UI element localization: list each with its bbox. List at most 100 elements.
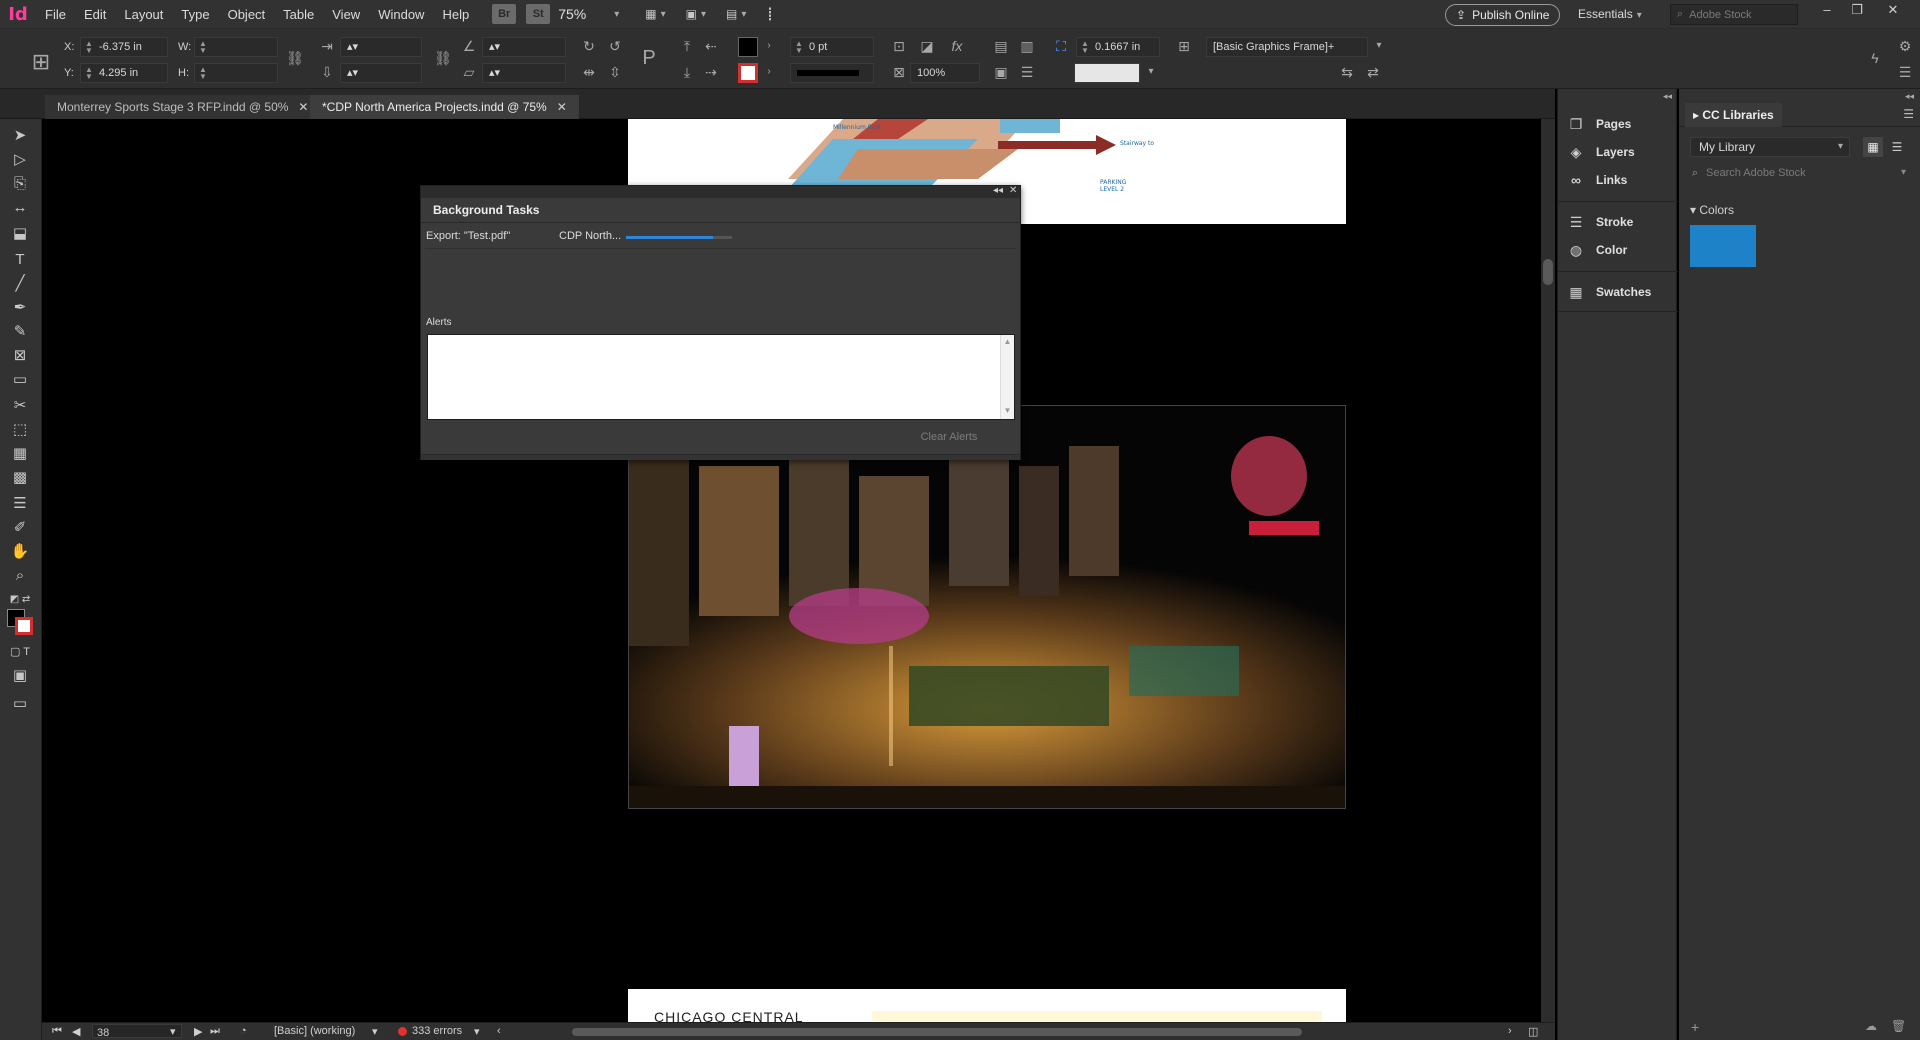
previous-page-icon[interactable]: ◀ — [72, 1025, 80, 1038]
error-count[interactable]: 333 errors — [412, 1025, 462, 1037]
publish-online-button[interactable]: ⇪ Publish Online — [1445, 4, 1561, 26]
screen-mode-tool-icon[interactable]: ▭ — [9, 693, 31, 715]
pencil-tool-icon[interactable]: ✎ — [9, 321, 31, 343]
dock-item-layers[interactable]: ◈ Layers — [1568, 141, 1635, 163]
note-tool-icon[interactable]: ☰ — [9, 493, 31, 515]
arrange-documents-icon[interactable]: ▤ ▾ — [726, 4, 746, 24]
alerts-scrollbar[interactable]: ▲ ▼ — [1000, 335, 1014, 419]
fill-chevron-icon[interactable]: › — [760, 37, 778, 55]
direct-selection-tool-icon[interactable]: ▷ — [9, 149, 31, 171]
line-tool-icon[interactable]: ╱ — [9, 273, 31, 295]
control-settings-gear-icon[interactable]: ⚙ — [1896, 37, 1914, 55]
select-next-icon[interactable]: ⇢ — [702, 63, 720, 81]
text-wrap-none-icon[interactable]: ▤ — [992, 37, 1010, 55]
dock-item-color[interactable]: ◍ Color — [1568, 239, 1627, 261]
selection-tool-icon[interactable]: ➤ — [9, 125, 31, 147]
type-tool-icon[interactable]: T — [9, 249, 31, 271]
tab-cdp-north-america[interactable]: *CDP North America Projects.indd @ 75% ✕ — [310, 95, 579, 119]
dock-item-links[interactable]: ∞ Links — [1568, 169, 1627, 191]
adobe-stock-search-input[interactable]: ⌕ Adobe Stock — [1670, 4, 1798, 25]
library-dropdown[interactable]: My Library ▾ — [1690, 137, 1850, 157]
close-window-button[interactable]: ✕ — [1878, 0, 1908, 22]
colors-section-header[interactable]: ▾ Colors — [1690, 203, 1734, 217]
cc-search-input[interactable]: ⌕ Search Adobe Stock ▾ — [1690, 163, 1910, 183]
menu-object[interactable]: Object — [219, 0, 275, 29]
text-wrap-bbox-icon[interactable]: ▥ — [1018, 37, 1036, 55]
opacity-field[interactable]: 100% — [910, 63, 980, 83]
flip-horizontal-icon[interactable]: ⇹ — [580, 63, 598, 81]
reference-point-icon[interactable]: ⊞ — [28, 49, 54, 75]
corner-offset-field[interactable]: ▲ ▼ 0.1667 in — [1076, 37, 1160, 57]
panel-resize-handle[interactable] — [421, 454, 1020, 460]
menu-edit[interactable]: Edit — [75, 0, 115, 29]
clear-alerts-button[interactable]: Clear Alerts — [889, 427, 1009, 447]
quick-apply-icon[interactable]: ϟ — [1866, 49, 1884, 67]
page-number-field[interactable]: 38 — [92, 1024, 182, 1039]
dock-item-swatches[interactable]: ▦ Swatches — [1568, 281, 1651, 303]
split-window-icon[interactable]: ◫ — [1528, 1025, 1538, 1038]
close-tab-icon[interactable]: ✕ — [557, 100, 567, 114]
zoom-level-dropdown[interactable]: 75% — [550, 6, 610, 22]
collapse-dock-icon[interactable]: ◂◂ — [1663, 91, 1672, 102]
fill-swatch[interactable] — [738, 37, 758, 57]
menu-type[interactable]: Type — [172, 0, 218, 29]
stock-button[interactable]: St — [526, 4, 551, 24]
rectangle-frame-tool-icon[interactable]: ⊠ — [9, 345, 31, 367]
auto-fit-icon[interactable]: ⛶ — [1052, 37, 1070, 55]
menu-help[interactable]: Help — [433, 0, 478, 29]
select-previous-icon[interactable]: ⇠ — [702, 37, 720, 55]
drop-shadow-icon[interactable]: ◪ — [918, 37, 936, 55]
constrain-proportions-icon[interactable]: ⛓ — [286, 49, 304, 67]
minimize-button[interactable]: – — [1812, 0, 1842, 22]
page-chevron-icon[interactable]: ▾ — [170, 1025, 176, 1038]
dock-item-pages[interactable]: ❐ Pages — [1568, 113, 1632, 135]
view-options-icon[interactable]: ▦ ▾ — [645, 4, 665, 24]
gap-tool-icon[interactable]: ↔ — [9, 197, 31, 219]
gpu-performance-icon[interactable]: ┋ — [766, 4, 773, 24]
vertical-scroll-thumb[interactable] — [1543, 259, 1553, 285]
rotation-angle-dropdown[interactable]: ▴▾ — [482, 37, 566, 57]
object-style-dropdown[interactable]: [Basic Graphics Frame]+ — [1206, 37, 1368, 57]
screen-mode-icon[interactable]: ▣ ▾ — [686, 4, 706, 24]
menu-table[interactable]: Table — [274, 0, 323, 29]
tab-background-tasks[interactable]: Background Tasks — [421, 198, 552, 222]
horizontal-scroll-thumb[interactable] — [572, 1028, 1302, 1036]
scale-x-dropdown[interactable]: ▴▾ — [340, 37, 422, 57]
next-page-icon[interactable]: ▶ — [194, 1025, 202, 1038]
list-view-icon[interactable]: ☰ — [1887, 137, 1907, 157]
add-content-icon[interactable]: + — [1691, 1019, 1699, 1035]
collapse-panel-icon[interactable]: ◂◂ — [993, 185, 1003, 196]
error-chevron-icon[interactable]: ▾ — [474, 1025, 480, 1038]
library-color-swatch[interactable] — [1690, 225, 1756, 267]
open-in-new-window-icon[interactable]: ◔ — [240, 1025, 247, 1037]
scroll-left-icon[interactable]: ‹ — [497, 1025, 501, 1037]
rectangle-tool-icon[interactable]: ▭ — [9, 369, 31, 391]
width-field[interactable]: ▲ ▼ — [194, 37, 278, 57]
gradient-swatch-tool-icon[interactable]: ▦ — [9, 443, 31, 465]
collapse-panel-icon[interactable]: ◂◂ — [1905, 91, 1914, 102]
last-page-icon[interactable]: ⏭ — [210, 1025, 220, 1038]
fitting-frame-icon[interactable]: ⊡ — [890, 37, 908, 55]
flip-vertical-icon[interactable]: ⇳ — [606, 63, 624, 81]
panel-menu-icon[interactable]: ☰ — [1903, 107, 1914, 121]
workspace-switcher[interactable]: Essentials ▾ — [1578, 0, 1642, 30]
text-wrap-shape-icon[interactable]: ▣ — [992, 63, 1010, 81]
menu-file[interactable]: File — [36, 0, 75, 29]
preflight-profile[interactable]: [Basic] (working) — [274, 1025, 355, 1037]
apply-color-icon[interactable]: ▣ — [9, 665, 31, 687]
gradient-feather-tool-icon[interactable]: ▩ — [9, 467, 31, 489]
constrain-scale-icon[interactable]: ⛓ — [434, 49, 452, 67]
grid-view-icon[interactable]: ▦ — [1863, 137, 1883, 157]
select-container-icon[interactable]: ⤒ — [678, 37, 696, 55]
formatting-container-icon[interactable]: ▢ T — [9, 641, 31, 663]
y-position-field[interactable]: ▲ ▼ 4.295 in — [80, 63, 168, 83]
object-style-chevron-icon[interactable]: ▾ — [1370, 37, 1388, 55]
dock-item-stroke[interactable]: ☰ Stroke — [1568, 211, 1634, 233]
eyedropper-tool-icon[interactable]: ✐ — [9, 517, 31, 539]
hand-tool-icon[interactable]: ✋ — [9, 541, 31, 563]
content-collector-tool-icon[interactable]: ⬓ — [9, 223, 31, 245]
stroke-color-icon[interactable] — [15, 617, 33, 635]
corner-shape-chevron-icon[interactable]: ▾ — [1142, 63, 1160, 81]
scissors-tool-icon[interactable]: ✂ — [9, 395, 31, 417]
menu-window[interactable]: Window — [369, 0, 433, 29]
